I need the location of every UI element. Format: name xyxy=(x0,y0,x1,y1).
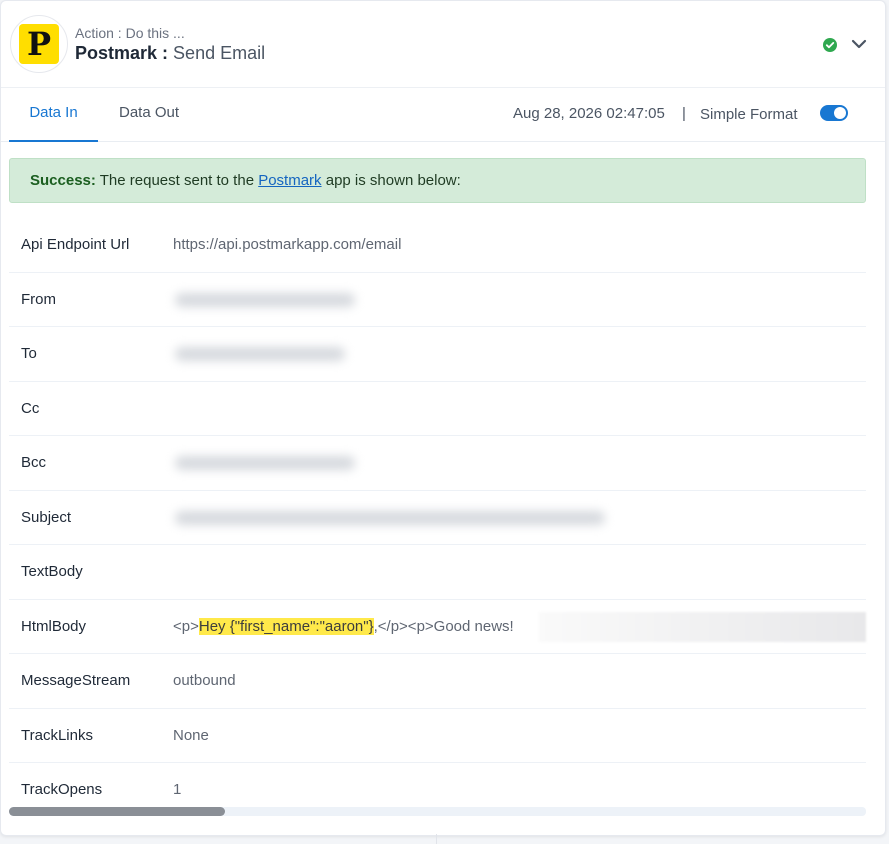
field-value: <p>Hey {"first_name":"aaron"},</p><p>Goo… xyxy=(173,600,514,653)
field-key: TextBody xyxy=(21,563,83,580)
redacted-value xyxy=(175,347,345,361)
success-banner: Success: The request sent to the Postmar… xyxy=(9,158,866,203)
table-row: From xyxy=(9,273,866,327)
table-row: Cc xyxy=(9,382,866,436)
banner-text-before: The request sent to the xyxy=(95,172,259,189)
toggle-knob xyxy=(834,107,846,119)
table-row: MessageStream outbound xyxy=(9,654,866,709)
banner-text-after: app is shown below: xyxy=(321,172,461,189)
run-timestamp: Aug 28, 2026 02:47:05 xyxy=(513,105,665,122)
field-value: outbound xyxy=(173,672,236,689)
event-name: Send Email xyxy=(173,43,266,63)
table-row: TrackLinks None xyxy=(9,709,866,763)
field-value: https://api.postmarkapp.com/email xyxy=(173,236,402,253)
redacted-value xyxy=(175,456,355,470)
tabs-bar: Data In Data Out Aug 28, 2026 02:47:05 |… xyxy=(1,88,885,142)
field-key: From xyxy=(21,290,56,308)
postmark-app-link[interactable]: Postmark xyxy=(258,172,321,189)
scrollbar-thumb[interactable] xyxy=(9,807,225,816)
field-key: Subject xyxy=(21,508,72,526)
simple-format-label: Simple Format xyxy=(700,106,798,123)
table-row: HtmlBody <p>Hey {"first_name":"aaron"},<… xyxy=(9,600,866,654)
action-label: Action : Do this ... xyxy=(75,25,185,41)
table-row: Bcc xyxy=(9,436,866,491)
field-key: To xyxy=(21,345,37,362)
chevron-down-icon[interactable] xyxy=(850,36,868,52)
html-suffix: ,</p><p>Good news! xyxy=(373,617,514,635)
redacted-value xyxy=(175,292,355,307)
table-row: Api Endpoint Url https://api.postmarkapp… xyxy=(9,218,866,273)
html-prefix: <p> xyxy=(173,617,199,635)
step-title: Postmark : Send Email xyxy=(75,43,265,64)
search-highlight: Hey {"first_name":"aaron"} xyxy=(198,617,374,635)
toolbar-divider: | xyxy=(682,105,686,122)
horizontal-scrollbar[interactable] xyxy=(9,807,866,816)
app-logo-wrapper: P xyxy=(10,15,68,73)
data-in-table: Api Endpoint Url https://api.postmarkapp… xyxy=(9,218,866,817)
tab-data-out[interactable]: Data Out xyxy=(119,88,179,140)
step-card: P Action : Do this ... Postmark : Send E… xyxy=(0,0,886,836)
field-key: Api Endpoint Url xyxy=(21,236,130,253)
field-key: MessageStream xyxy=(21,672,131,689)
check-circle-icon xyxy=(823,38,837,52)
table-row: Subject xyxy=(9,491,866,545)
tab-data-in[interactable]: Data In xyxy=(9,88,98,142)
simple-format-toggle[interactable] xyxy=(820,105,848,121)
redacted-value xyxy=(539,611,866,642)
table-row: To xyxy=(9,327,866,382)
field-key: Bcc xyxy=(21,454,47,471)
step-header[interactable]: P Action : Do this ... Postmark : Send E… xyxy=(1,1,885,88)
redacted-value xyxy=(175,510,605,525)
app-name: Postmark xyxy=(75,43,158,63)
field-key: HtmlBody xyxy=(21,617,87,635)
success-label: Success: xyxy=(30,172,96,189)
field-key: Cc xyxy=(21,399,40,417)
title-separator: : xyxy=(157,43,174,63)
table-row: TextBody xyxy=(9,545,866,600)
postmark-logo-icon: P xyxy=(19,24,59,64)
field-value: None xyxy=(173,726,209,744)
connector-line xyxy=(436,834,437,844)
field-key: TrackLinks xyxy=(21,726,93,744)
